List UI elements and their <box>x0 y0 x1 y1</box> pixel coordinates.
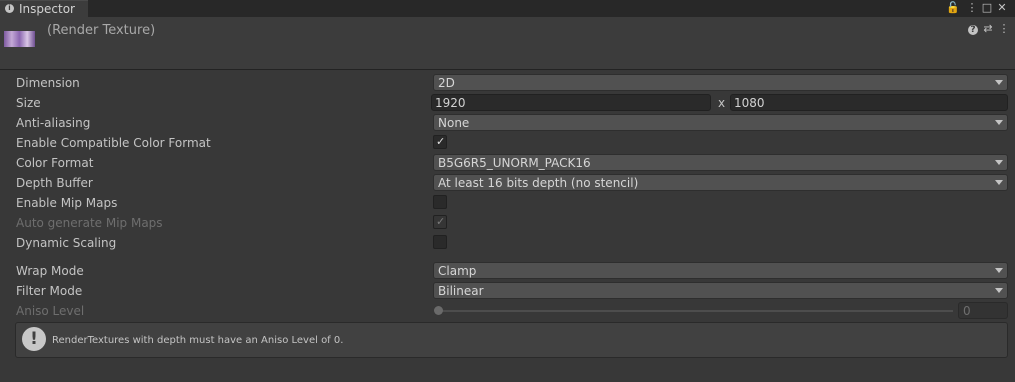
chevron-down-icon <box>995 160 1003 165</box>
anti-aliasing-dropdown[interactable]: None <box>433 114 1008 131</box>
wrap-mode-dropdown[interactable]: Clamp <box>433 262 1008 279</box>
dimension-value: 2D <box>438 76 455 90</box>
mip-maps-row: Enable Mip Maps <box>0 193 1015 213</box>
auto-mip-checkbox: ✓ <box>433 215 447 229</box>
dynamic-scaling-row: Dynamic Scaling <box>0 233 1015 253</box>
help-icon[interactable]: ? <box>968 25 978 35</box>
tab-inspector[interactable]: i Inspector <box>0 0 88 17</box>
size-width-value: 1920 <box>435 96 466 110</box>
tab-bar: i Inspector 🔓 ⋮ □ ✕ <box>0 0 1015 17</box>
filter-mode-row: Filter Mode Bilinear <box>0 281 1015 301</box>
maximize-icon[interactable]: □ <box>980 1 994 15</box>
size-width-field[interactable]: 1920 <box>431 94 711 111</box>
chevron-down-icon <box>995 80 1003 85</box>
aniso-level-row: Aniso Level 0 <box>0 301 1015 321</box>
color-format-label: Color Format <box>16 156 94 170</box>
close-icon[interactable]: ✕ <box>995 1 1009 15</box>
filter-mode-dropdown[interactable]: Bilinear <box>433 282 1008 299</box>
chevron-down-icon <box>995 268 1003 273</box>
checkmark-icon: ✓ <box>436 215 446 228</box>
anti-aliasing-label: Anti-aliasing <box>16 116 91 130</box>
helpbox-message: RenderTextures with depth must have an A… <box>52 335 344 346</box>
presets-icon[interactable]: ⇄ <box>982 23 994 35</box>
color-format-dropdown[interactable]: B5G6R5_UNORM_PACK16 <box>433 154 1008 171</box>
aniso-level-label: Aniso Level <box>16 304 85 318</box>
tab-label: Inspector <box>19 2 75 16</box>
depth-buffer-row: Depth Buffer At least 16 bits depth (no … <box>0 173 1015 193</box>
size-height-field[interactable]: 1080 <box>730 94 1008 111</box>
auto-mip-label: Auto generate Mip Maps <box>16 216 163 230</box>
aniso-slider-track <box>439 310 953 312</box>
dimension-row: Dimension 2D <box>0 73 1015 93</box>
object-title: (Render Texture) <box>47 23 156 38</box>
warning-icon: ! <box>22 327 46 351</box>
menu-icon[interactable]: ⋮ <box>965 1 979 15</box>
auto-mip-row: Auto generate Mip Maps ✓ <box>0 213 1015 233</box>
compat-color-row: Enable Compatible Color Format ✓ <box>0 133 1015 153</box>
wrap-mode-row: Wrap Mode Clamp <box>0 261 1015 281</box>
chevron-down-icon <box>995 180 1003 185</box>
compat-color-label: Enable Compatible Color Format <box>16 136 211 150</box>
color-format-value: B5G6R5_UNORM_PACK16 <box>438 156 591 170</box>
depth-buffer-value: At least 16 bits depth (no stencil) <box>438 176 639 190</box>
aniso-level-field: 0 <box>958 302 1008 319</box>
info-icon: i <box>5 4 14 13</box>
size-separator: x <box>718 96 726 110</box>
aniso-level-value: 0 <box>963 304 971 318</box>
depth-buffer-dropdown[interactable]: At least 16 bits depth (no stencil) <box>433 174 1008 191</box>
depth-buffer-label: Depth Buffer <box>16 176 93 190</box>
render-texture-thumbnail <box>4 31 35 47</box>
filter-mode-label: Filter Mode <box>16 284 83 298</box>
dynamic-scaling-label: Dynamic Scaling <box>16 236 117 250</box>
mip-maps-checkbox[interactable] <box>433 195 447 209</box>
anti-aliasing-value: None <box>438 116 470 130</box>
size-label: Size <box>16 96 41 110</box>
wrap-mode-label: Wrap Mode <box>16 264 84 278</box>
color-format-row: Color Format B5G6R5_UNORM_PACK16 <box>0 153 1015 173</box>
checkmark-icon: ✓ <box>436 135 446 148</box>
lock-icon[interactable]: 🔓 <box>946 1 960 15</box>
anti-aliasing-row: Anti-aliasing None <box>0 113 1015 133</box>
more-icon[interactable]: ⋮ <box>998 23 1010 35</box>
compat-color-checkbox[interactable]: ✓ <box>433 135 447 149</box>
size-height-value: 1080 <box>734 96 765 110</box>
mip-maps-label: Enable Mip Maps <box>16 196 118 210</box>
warning-helpbox: ! RenderTextures with depth must have an… <box>15 322 1008 358</box>
dimension-label: Dimension <box>16 76 80 90</box>
chevron-down-icon <box>995 120 1003 125</box>
size-row: Size 1920 x 1080 <box>0 93 1015 113</box>
chevron-down-icon <box>995 288 1003 293</box>
aniso-slider-knob <box>434 306 443 315</box>
dynamic-scaling-checkbox[interactable] <box>433 235 447 249</box>
filter-mode-value: Bilinear <box>438 284 484 298</box>
inspector-header: (Render Texture) ? ⇄ ⋮ <box>0 17 1015 70</box>
dimension-dropdown[interactable]: 2D <box>433 74 1008 91</box>
wrap-mode-value: Clamp <box>438 264 477 278</box>
